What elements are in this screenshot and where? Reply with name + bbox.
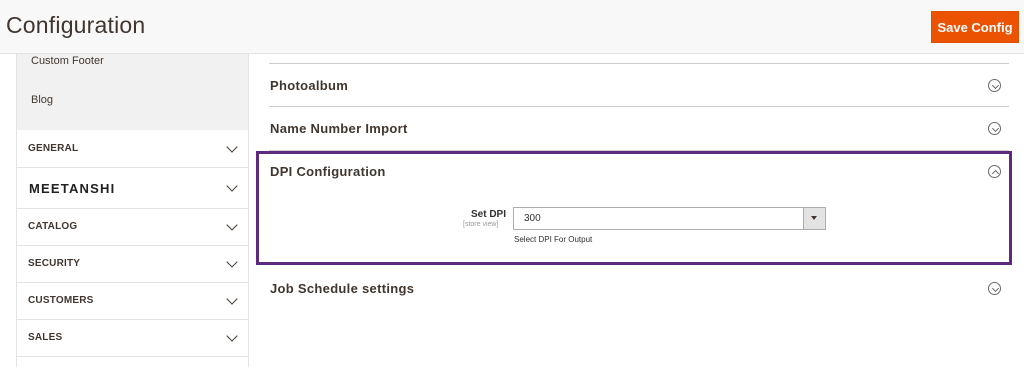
sidebar-section-meetanshi[interactable]: MEETANSHI: [17, 168, 248, 209]
group-title-job-schedule-settings[interactable]: Job Schedule settings: [270, 281, 414, 296]
group-title-photoalbum[interactable]: Photoalbum: [270, 78, 348, 93]
page-header: Configuration Save Config: [0, 0, 1024, 54]
meetanshi-logo: MEETANSHI: [29, 181, 116, 196]
sidebar-section-label: CUSTOMERS: [28, 295, 94, 306]
chevron-down-icon: [226, 141, 238, 153]
config-sidebar: Custom Footer Blog GENERAL MEETANSHI CAT…: [16, 54, 249, 367]
sidebar-section-security[interactable]: SECURITY: [17, 246, 248, 283]
chevron-down-circle-icon[interactable]: [988, 122, 1001, 135]
divider: [269, 63, 1009, 64]
chevron-down-icon: [226, 330, 238, 342]
chevron-down-icon: [226, 256, 238, 268]
sidebar-subitem-blog[interactable]: Blog: [31, 94, 53, 106]
sidebar-section-catalog[interactable]: CATALOG: [17, 209, 248, 246]
divider: [269, 106, 1009, 107]
page-title: Configuration: [6, 12, 146, 38]
sidebar-section-customers[interactable]: CUSTOMERS: [17, 283, 248, 320]
save-config-button[interactable]: Save Config: [931, 11, 1019, 43]
sidebar-section-label: SECURITY: [28, 258, 81, 269]
sidebar-section-general[interactable]: GENERAL: [17, 130, 248, 168]
sidebar-section-label: CATALOG: [28, 221, 78, 232]
group-title-name-number-import[interactable]: Name Number Import: [270, 121, 408, 136]
chevron-down-icon: [226, 219, 238, 231]
chevron-down-circle-icon[interactable]: [988, 79, 1001, 92]
sidebar-section-sales[interactable]: SALES: [17, 320, 248, 357]
sidebar-section-label: GENERAL: [28, 143, 79, 154]
sidebar-submenu: Custom Footer Blog: [17, 54, 248, 130]
highlight-box: [256, 151, 1012, 265]
sidebar-subitem-custom-footer[interactable]: Custom Footer: [31, 55, 104, 67]
chevron-down-icon: [226, 293, 238, 305]
chevron-down-circle-icon[interactable]: [988, 282, 1001, 295]
chevron-down-icon: [226, 180, 238, 192]
sidebar-section-label: SALES: [28, 332, 63, 343]
